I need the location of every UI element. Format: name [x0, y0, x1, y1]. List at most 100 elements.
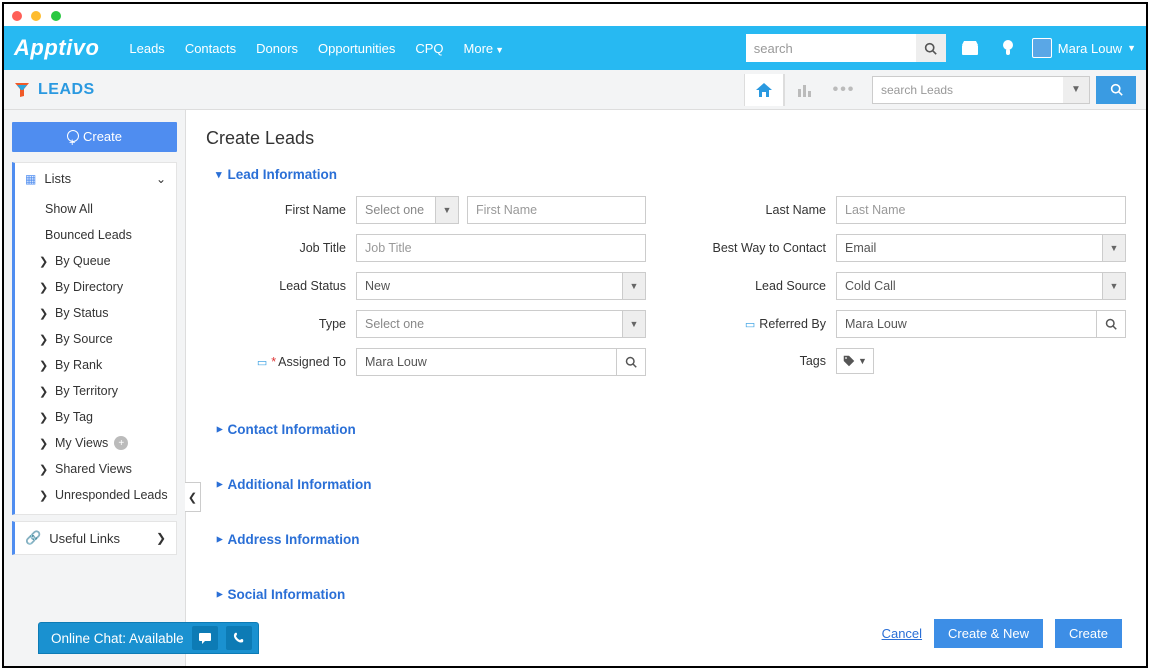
add-view-icon[interactable]: +: [114, 436, 128, 450]
sidebar-unresponded-leads[interactable]: ❯Unresponded Leads: [15, 482, 176, 508]
label-best-way: Best Way to Contact: [706, 241, 836, 255]
chat-phone-button[interactable]: [226, 626, 252, 650]
module-search-button[interactable]: [1096, 76, 1136, 104]
create-button[interactable]: Create: [12, 122, 177, 152]
nav-contacts[interactable]: Contacts: [185, 41, 236, 56]
create-submit-button[interactable]: Create: [1055, 619, 1122, 648]
section-label: Address Information: [228, 532, 360, 547]
lead-status-caret[interactable]: ▼: [622, 272, 646, 300]
chevron-right-icon: ❯: [39, 307, 51, 320]
maximize-dot[interactable]: [51, 11, 61, 21]
sidebar-by-directory[interactable]: ❯By Directory: [15, 274, 176, 300]
first-name-input[interactable]: [467, 196, 646, 224]
type-caret[interactable]: ▼: [622, 310, 646, 338]
chevron-right-icon: ▾: [212, 427, 225, 433]
page-title: Create Leads: [206, 128, 1126, 149]
global-search: [746, 34, 946, 62]
assigned-to-lookup[interactable]: [616, 348, 646, 376]
section-additional-information[interactable]: ▾ Additional Information: [216, 477, 1126, 492]
job-title-input[interactable]: [356, 234, 646, 262]
nav-opportunities[interactable]: Opportunities: [318, 41, 395, 56]
search-icon: [1105, 318, 1117, 330]
store-icon[interactable]: [956, 34, 984, 62]
section-label: Contact Information: [228, 422, 356, 437]
section-address-information[interactable]: ▾ Address Information: [216, 532, 1126, 547]
chat-message-button[interactable]: [192, 626, 218, 650]
label-lead-source: Lead Source: [706, 279, 836, 293]
main-content: Create Leads ▾ Lead Information First Na…: [186, 110, 1146, 666]
sidebar-by-territory[interactable]: ❯By Territory: [15, 378, 176, 404]
sidebar-my-views[interactable]: ❯My Views+: [15, 430, 176, 456]
chevron-right-icon: ❯: [39, 411, 51, 424]
section-contact-information[interactable]: ▾ Contact Information: [216, 422, 1126, 437]
chat-widget[interactable]: Online Chat: Available: [38, 622, 259, 654]
label-first-name: First Name: [226, 203, 356, 217]
module-search-dropdown[interactable]: ▼: [1063, 77, 1089, 103]
nav-cpq[interactable]: CPQ: [415, 41, 443, 56]
section-social-information[interactable]: ▾ Social Information: [216, 587, 1126, 602]
user-name: Mara Louw: [1058, 41, 1122, 56]
best-way-caret[interactable]: ▼: [1102, 234, 1126, 262]
chevron-right-icon: ❯: [39, 489, 51, 502]
phone-icon: [233, 632, 245, 644]
select-value: New: [365, 279, 390, 293]
first-name-title-caret[interactable]: ▼: [435, 196, 459, 224]
lead-source-select[interactable]: Cold Call: [836, 272, 1103, 300]
sidebar-bounced-leads[interactable]: Bounced Leads: [15, 222, 176, 248]
home-icon: [756, 83, 772, 97]
home-button[interactable]: [744, 74, 784, 106]
chevron-right-icon: ▾: [212, 537, 225, 543]
global-search-input[interactable]: [746, 35, 916, 61]
sidebar-by-source[interactable]: ❯By Source: [15, 326, 176, 352]
chat-label: Online Chat: Available: [51, 631, 184, 646]
assigned-to-field[interactable]: Mara Louw: [356, 348, 617, 376]
referred-by-lookup[interactable]: [1096, 310, 1126, 338]
best-way-select[interactable]: Email: [836, 234, 1103, 262]
section-lead-information[interactable]: ▾ Lead Information: [216, 167, 1126, 182]
select-value: Select one: [365, 317, 424, 331]
sidebar-by-queue[interactable]: ❯By Queue: [15, 248, 176, 274]
form-footer: Cancel Create & New Create: [882, 619, 1122, 648]
lead-status-select[interactable]: New: [356, 272, 623, 300]
nav-donors[interactable]: Donors: [256, 41, 298, 56]
charts-button[interactable]: [784, 74, 824, 106]
module-title: LEADS: [38, 81, 95, 99]
type-select[interactable]: Select one: [356, 310, 623, 338]
label-type: Type: [226, 317, 356, 331]
last-name-input[interactable]: [836, 196, 1126, 224]
cancel-link[interactable]: Cancel: [882, 626, 922, 641]
tags-button[interactable]: ▼: [836, 348, 874, 374]
grid-icon: ▦: [25, 172, 36, 186]
sidebar-by-tag[interactable]: ❯By Tag: [15, 404, 176, 430]
lead-source-caret[interactable]: ▼: [1102, 272, 1126, 300]
more-actions-button[interactable]: •••: [824, 74, 864, 106]
user-menu[interactable]: Mara Louw ▼: [1032, 38, 1136, 58]
app-logo[interactable]: Apptivo: [14, 35, 99, 61]
nav-leads[interactable]: Leads: [129, 41, 164, 56]
label-tags: Tags: [706, 354, 836, 368]
create-and-new-button[interactable]: Create & New: [934, 619, 1043, 648]
window-titlebar: [4, 4, 1146, 26]
label-assigned-to: ▭*Assigned To: [226, 355, 356, 369]
minimize-dot[interactable]: [31, 11, 41, 21]
module-search-input[interactable]: [873, 83, 1063, 97]
nav-more[interactable]: More▼: [464, 41, 505, 56]
sidebar-item-label: By Queue: [55, 254, 111, 268]
link-icon: 🔗: [25, 530, 41, 546]
sidebar-shared-views[interactable]: ❯Shared Views: [15, 456, 176, 482]
card-icon: ▭: [745, 319, 755, 331]
chevron-down-icon: ▼: [495, 45, 504, 55]
global-search-button[interactable]: [916, 34, 946, 62]
sidebar-show-all[interactable]: Show All: [15, 196, 176, 222]
first-name-title-select[interactable]: Select one: [356, 196, 436, 224]
sidebar-lists-toggle[interactable]: ▦ Lists ⌄: [15, 163, 176, 194]
chevron-right-icon: ❯: [39, 437, 51, 450]
sidebar-useful-links-toggle[interactable]: 🔗 Useful Links ❯: [15, 522, 176, 554]
referred-by-field[interactable]: Mara Louw: [836, 310, 1097, 338]
avatar: [1032, 38, 1052, 58]
close-dot[interactable]: [12, 11, 22, 21]
sidebar-by-rank[interactable]: ❯By Rank: [15, 352, 176, 378]
sidebar-by-status[interactable]: ❯By Status: [15, 300, 176, 326]
notification-icon[interactable]: [994, 34, 1022, 62]
sidebar-lists-label: Lists: [44, 171, 71, 186]
